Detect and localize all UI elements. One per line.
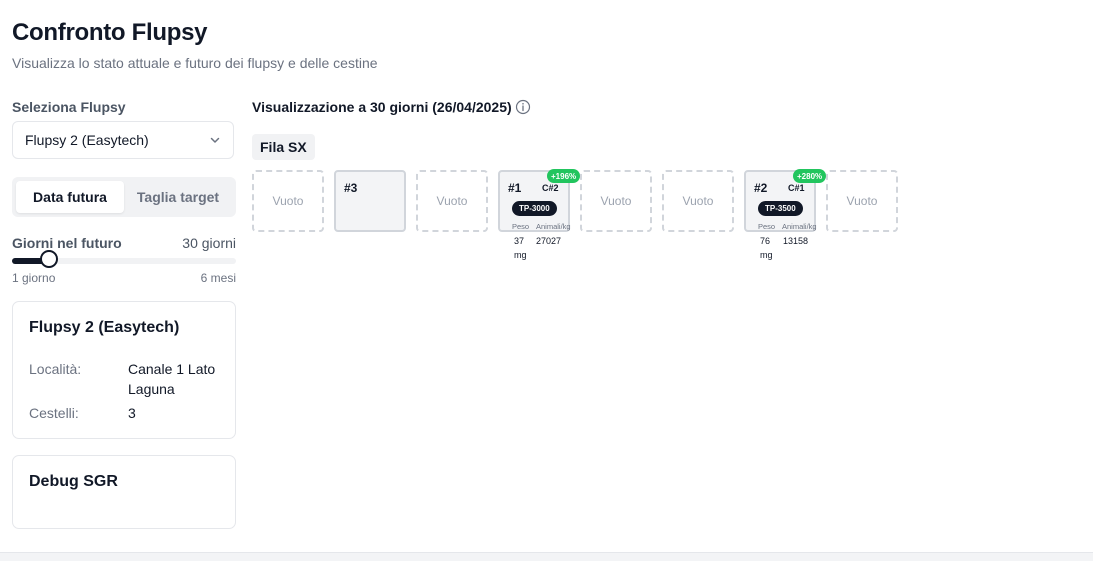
days-slider[interactable]	[12, 250, 236, 268]
basket-slot-1[interactable]: #1 C#2 +196% TP-3000 Peso Animali/kg 37 …	[498, 169, 581, 260]
basket-slot-empty[interactable]: Vuoto	[252, 170, 324, 232]
baskets-label: Cestelli:	[29, 405, 79, 421]
debug-card-title: Debug SGR	[29, 473, 118, 490]
peso-value: 76 mg	[760, 236, 773, 260]
debug-sgr-card: Debug SGR	[12, 455, 236, 529]
cycle-code: C#2	[542, 183, 559, 193]
animali-value: 13158	[783, 236, 809, 246]
basket-slot-empty[interactable]: Vuoto	[580, 170, 652, 232]
slider-min-label: 1 giorno	[12, 271, 56, 285]
days-value: 30 giorni	[182, 235, 236, 251]
basket-slot-empty[interactable]: Vuoto	[416, 170, 488, 232]
slider-max-label: 6 mesi	[200, 271, 236, 285]
chevron-down-icon	[210, 137, 220, 143]
info-card-title: Flupsy 2 (Easytech)	[29, 319, 180, 336]
tab-data-futura[interactable]: Data futura	[16, 181, 124, 213]
location-value: Canale 1 Lato Laguna	[128, 361, 216, 397]
flupsy-select-label: Seleziona Flupsy	[12, 99, 126, 115]
basket-slot-2[interactable]: #2 C#1 +280% TP-3500 Peso Animali/kg 76 …	[744, 169, 827, 260]
footer-bar	[0, 552, 1093, 561]
info-icon[interactable]	[515, 99, 531, 115]
basket-slot-3[interactable]: #3	[334, 170, 406, 232]
flupsy-select-value: Flupsy 2 (Easytech)	[25, 132, 149, 148]
flupsy-info-card: Flupsy 2 (Easytech) Località: Canale 1 L…	[12, 301, 236, 439]
flupsy-select[interactable]: Flupsy 2 (Easytech)	[12, 121, 234, 159]
days-label: Giorni nel futuro	[12, 235, 122, 251]
animali-label: Animali/kg	[782, 222, 817, 231]
tab-taglia-target[interactable]: Taglia target	[124, 181, 232, 213]
basket-slot-empty[interactable]: Vuoto	[826, 170, 898, 232]
animali-label: Animali/kg	[536, 222, 571, 231]
visualization-title: Visualizzazione a 30 giorni (26/04/2025)	[252, 99, 512, 115]
growth-badge: +280%	[793, 169, 827, 183]
page-subtitle: Visualizza lo stato attuale e futuro dei…	[12, 55, 378, 71]
location-label: Località:	[29, 361, 82, 377]
basket-number: #1	[508, 181, 522, 195]
row-label-fila-sx: Fila SX	[252, 134, 315, 160]
size-badge: TP-3500	[758, 201, 803, 216]
peso-label: Peso	[512, 222, 530, 231]
mode-tabs: Data futura Taglia target	[12, 177, 236, 217]
basket-number: #3	[344, 181, 358, 195]
baskets-value: 3	[128, 405, 136, 421]
basket-number: #2	[754, 181, 768, 195]
growth-badge: +196%	[547, 169, 581, 183]
page-title: Confronto Flupsy	[12, 19, 208, 46]
animali-value: 27027	[536, 236, 562, 246]
peso-value: 37 mg	[514, 236, 527, 260]
cycle-code: C#1	[788, 183, 805, 193]
peso-label: Peso	[758, 222, 776, 231]
basket-slot-empty[interactable]: Vuoto	[662, 170, 734, 232]
slider-thumb[interactable]	[39, 250, 58, 268]
size-badge: TP-3000	[512, 201, 557, 216]
